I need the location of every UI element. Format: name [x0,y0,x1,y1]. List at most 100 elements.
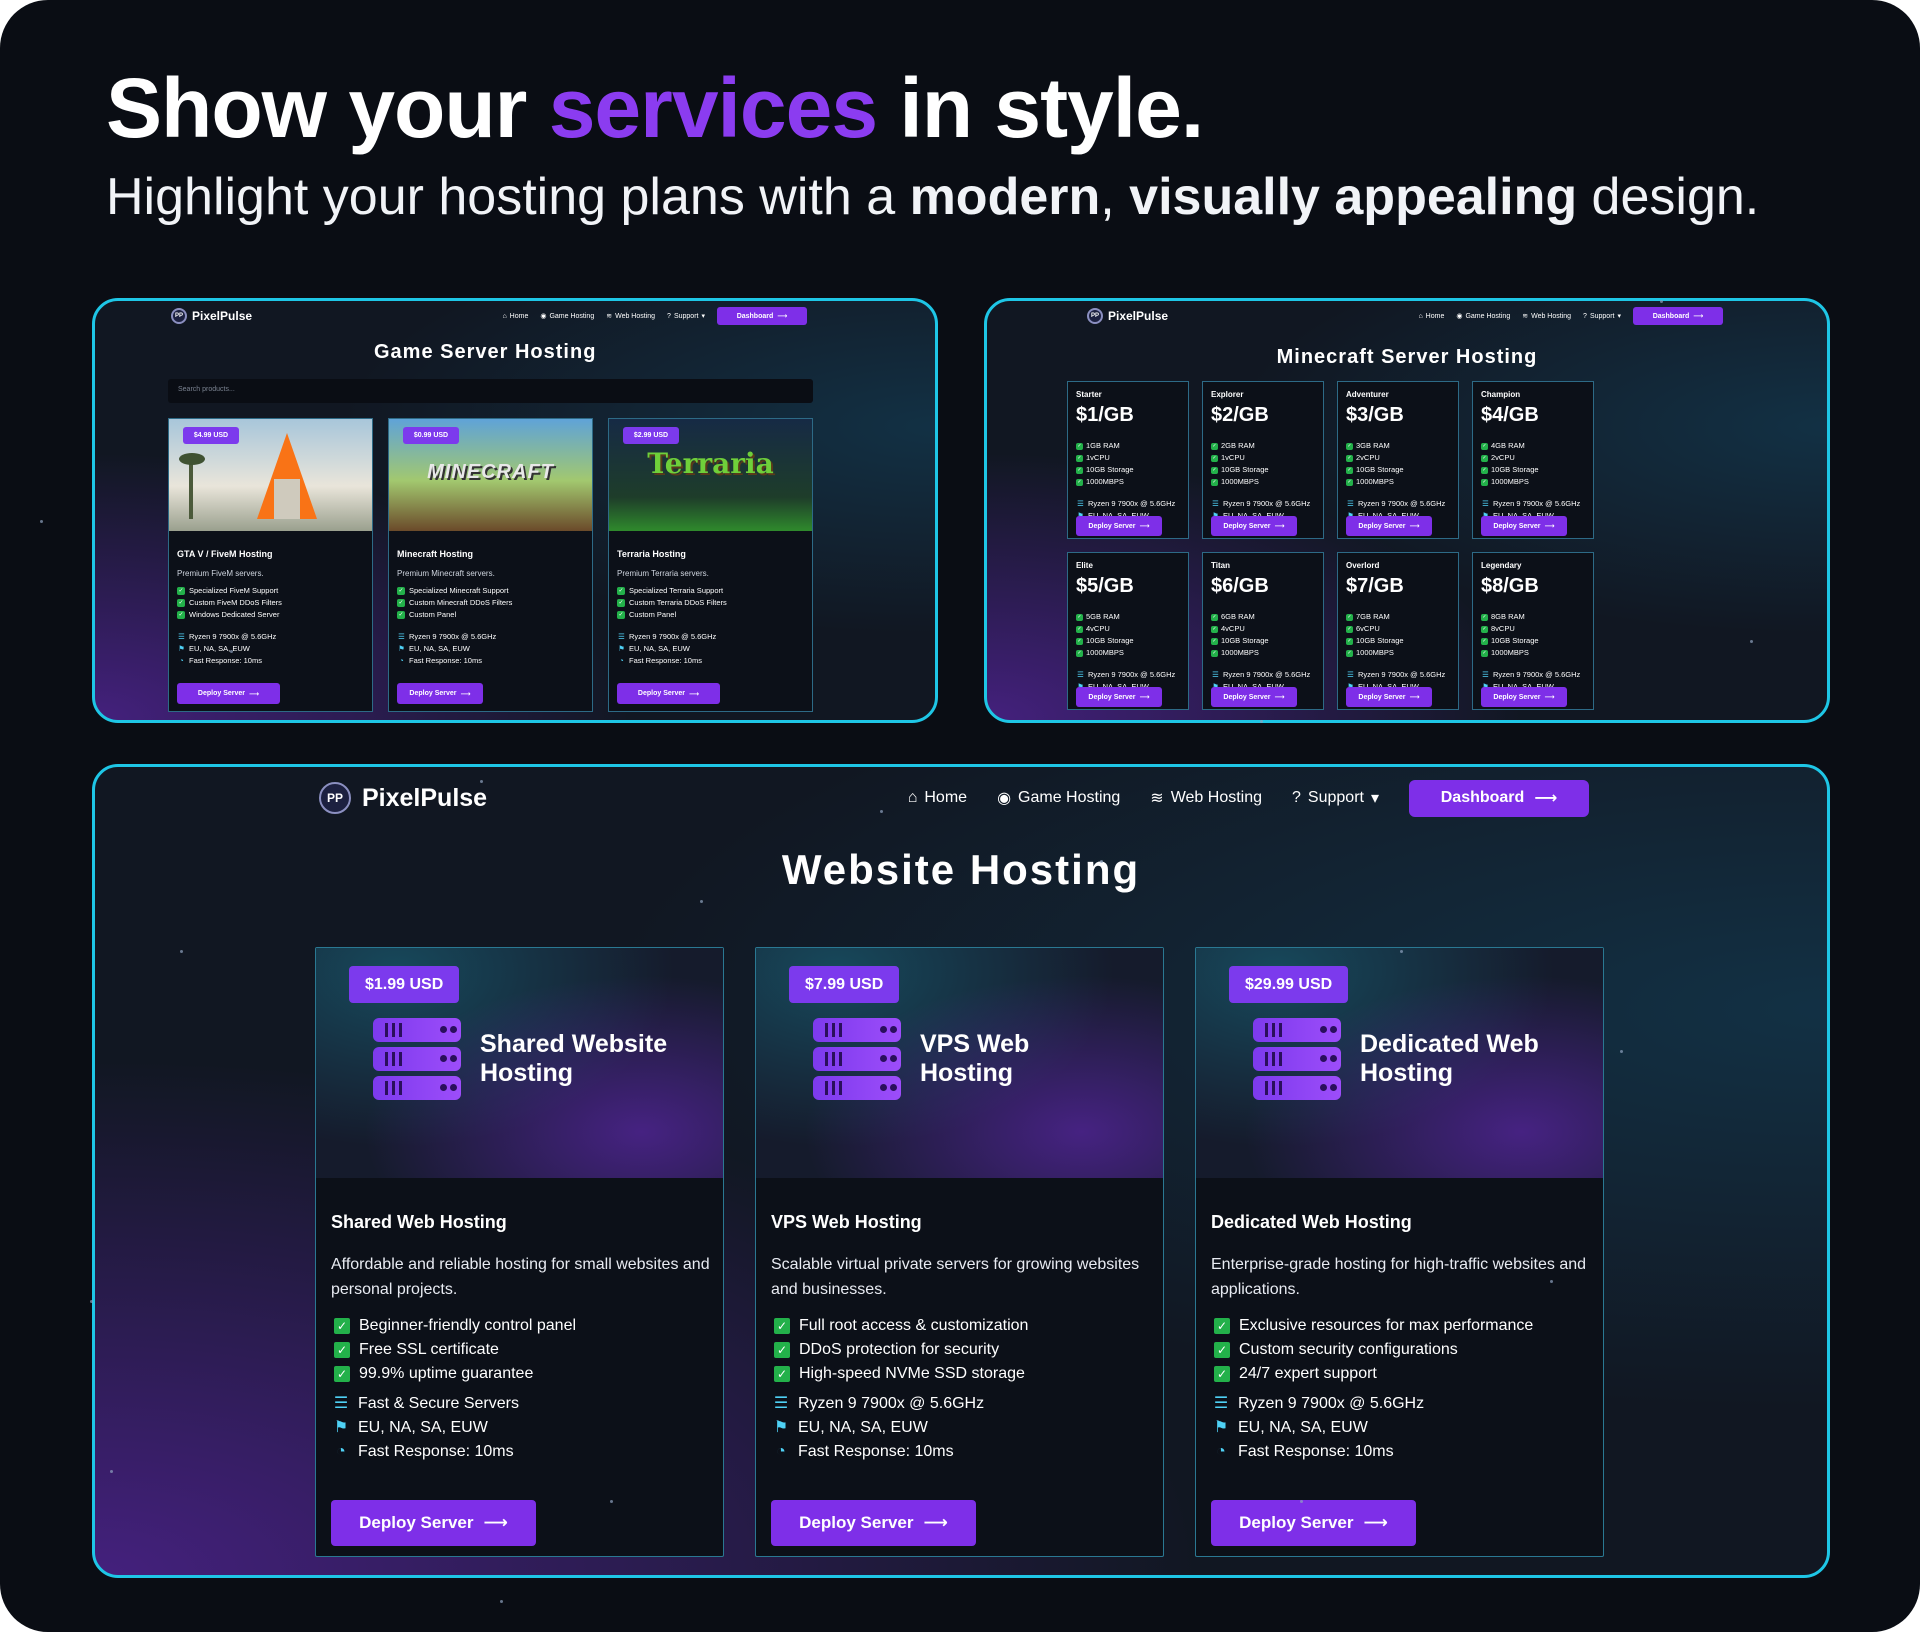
deploy-server-button[interactable]: Deploy Server ⟶ [177,683,280,704]
feature-list: ✓ 3GB RAM ✓ 2vCPU ✓ 10GB Storage ✓ 1000MBPS [1346,440,1404,488]
deploy-server-button[interactable]: Deploy Server ⟶ [1076,516,1162,536]
feature-item: ✓ 1000MBPS [1211,477,1259,486]
feature-item: ✓ 8vCPU [1481,624,1515,633]
deploy-server-button[interactable]: Deploy Server ⟶ [1481,687,1567,707]
game-card: $4.99 USD GTA V / FiveM Hosting Premium … [168,418,373,712]
nav-home[interactable]: ⌂ Home [1418,313,1444,320]
dashboard-button[interactable]: Dashboard ⟶ [1633,307,1723,325]
nav-home[interactable]: ⌂ Home [908,789,967,807]
arrow-right-icon: ⟶ [483,1513,508,1532]
deploy-server-button[interactable]: Deploy Server ⟶ [331,1500,536,1546]
feature-item: ✓ Exclusive resources for max performance [1211,1314,1533,1338]
price-badge: $0.99 USD [403,427,459,444]
web-plan-card: $1.99 USD Shared Website Hosting Shared We… [315,947,724,1557]
feature-item: ✓ 10GB Storage [1211,636,1269,645]
chevron-down-icon: ▾ [1370,790,1379,807]
feature-item: ✓ Windows Dedicated Server [177,610,280,619]
deploy-server-button[interactable]: Deploy Server ⟶ [397,683,483,704]
spec-list: ☰ Ryzen 9 7900x @ 5.6GHz ⚑ EU, NA, SA, EUW… [618,632,717,665]
spec-list: ☰ Ryzen 9 7900x @ 5.6GHz ⚑ EU, NA, SA, EUW… [398,632,497,665]
chevron-down-icon: ▾ [1617,313,1621,320]
check-icon: ✓ [1481,613,1488,621]
dashboard-button[interactable]: Dashboard ⟶ [717,307,807,325]
arrow-right-icon: ⟶ [1274,694,1285,701]
website-hosting-preview: PP PixelPulse ⌂ Home ◉ Game Hosting ≋ Web H… [92,764,1830,1578]
dashboard-button[interactable]: Dashboard ⟶ [1409,779,1589,817]
feature-list: ✓ 7GB RAM ✓ 6vCPU ✓ 10GB Storage ✓ 1000MBPS [1346,611,1404,659]
feature-item: ✓ 2vCPU [1346,453,1380,462]
nav-home[interactable]: ⌂ Home [502,313,528,320]
gamepad-icon: ◉ [1456,313,1463,320]
server-icon: ☰ [1482,499,1489,508]
nav-web-hosting[interactable]: ≋ Web Hosting [1150,788,1262,808]
product-name: Shared Web Hosting [331,1212,507,1232]
check-icon: ✓ [1481,454,1488,462]
feature-item: ✓ 1000MBPS [1481,477,1529,486]
minecraft-hosting-preview: PP PixelPulse ⌂ Home ◉ Game Hosting ≋ Web H… [984,298,1830,723]
brand[interactable]: PP PixelPulse [319,782,487,814]
deploy-server-button[interactable]: Deploy Server ⟶ [1211,687,1297,707]
arrow-right-icon: ⟶ [1534,790,1558,807]
star-dot [700,900,703,903]
plan-price: $7/GB [1346,575,1404,597]
price-badge: $1.99 USD [349,966,460,1003]
product-name: VPS Web Hosting [771,1212,922,1232]
deploy-server-button[interactable]: Deploy Server ⟶ [1481,516,1567,536]
feature-list: ✓ 5GB RAM ✓ 4vCPU ✓ 10GB Storage ✓ 1000MBPS [1076,611,1134,659]
nav-support[interactable]: ? Support ▾ [667,312,705,321]
nav-web-hosting[interactable]: ≋ Web Hosting [1522,312,1571,321]
feature-list: ✓ 6GB RAM ✓ 4vCPU ✓ 10GB Storage ✓ 1000MBPS [1211,611,1269,659]
check-icon: ✓ [774,1318,790,1334]
logo-icon: PP [171,308,187,324]
deploy-server-button[interactable]: Deploy Server ⟶ [1211,516,1297,536]
nav-game-hosting[interactable]: ◉ Game Hosting [997,788,1120,808]
nav-support[interactable]: ? Support ▾ [1583,312,1621,321]
star-dot [1550,1280,1553,1283]
deploy-server-button[interactable]: Deploy Server ⟶ [617,683,720,704]
wifi-icon: ≋ [1522,313,1529,320]
brand[interactable]: PP PixelPulse [1087,308,1168,324]
deploy-server-button[interactable]: Deploy Server ⟶ [771,1500,976,1546]
check-icon: ✓ [1346,637,1353,645]
check-icon: ✓ [617,611,625,619]
plan-card: Legendary $8/GB ✓ 8GB RAM ✓ 8vCPU ✓ 10GB Storag… [1472,552,1594,710]
brand[interactable]: PP PixelPulse [171,308,252,324]
deploy-server-button[interactable]: Deploy Server ⟶ [1211,1500,1416,1546]
question-icon: ? [1292,789,1301,806]
question-icon: ? [667,312,671,320]
flag-icon: ⚑ [773,1419,789,1436]
spec-list: ☰ Fast & Secure Servers ⚑ EU, NA, SA, EUW ◔ F… [331,1392,519,1464]
home-icon: ⌂ [907,789,918,806]
feature-item: ✓ 6vCPU [1346,624,1380,633]
web-plan-card: $7.99 USD VPS Web Hosting VPS Web Hosting S… [755,947,1164,1557]
star-dot [1400,950,1403,953]
search-input[interactable]: Search products... [168,379,813,403]
nav-game-hosting[interactable]: ◉ Game Hosting [540,312,594,321]
server-icon: ☰ [1212,499,1219,508]
nav-web-hosting[interactable]: ≋ Web Hosting [606,312,655,321]
game-card: Terraria $2.99 USD Terraria Hosting Prem… [608,418,813,712]
check-icon: ✓ [1481,637,1488,645]
nav-game-hosting[interactable]: ◉ Game Hosting [1456,312,1510,321]
chevron-down-icon: ▾ [701,313,705,320]
star-dot [480,780,483,783]
deploy-server-button[interactable]: Deploy Server ⟶ [1346,687,1432,707]
nav-support[interactable]: ? Support ▾ [1292,788,1379,808]
deploy-server-button[interactable]: Deploy Server ⟶ [1076,687,1162,707]
price-badge: $7.99 USD [789,966,900,1003]
server-icon: ☰ [1347,499,1354,508]
hero-subheadline: Highlight your hosting plans with a mode… [106,168,1760,226]
star-dot [1660,300,1663,303]
feature-item: ✓ 1000MBPS [1346,477,1394,486]
check-icon: ✓ [1214,1366,1230,1382]
product-name: Dedicated Web Hosting [1211,1212,1412,1232]
page-title: Minecraft Server Hosting [1276,346,1538,368]
feature-item: ✓ Full root access & customization [771,1314,1028,1338]
feature-list: ✓ Full root access & customization ✓ DDoS p… [771,1314,1028,1386]
brand-name: PixelPulse [362,783,488,812]
check-icon: ✓ [1346,454,1353,462]
server-icon: ☰ [333,1395,349,1412]
gauge-icon: ◔ [619,656,624,665]
check-icon: ✓ [1211,478,1218,486]
deploy-server-button[interactable]: Deploy Server ⟶ [1346,516,1432,536]
